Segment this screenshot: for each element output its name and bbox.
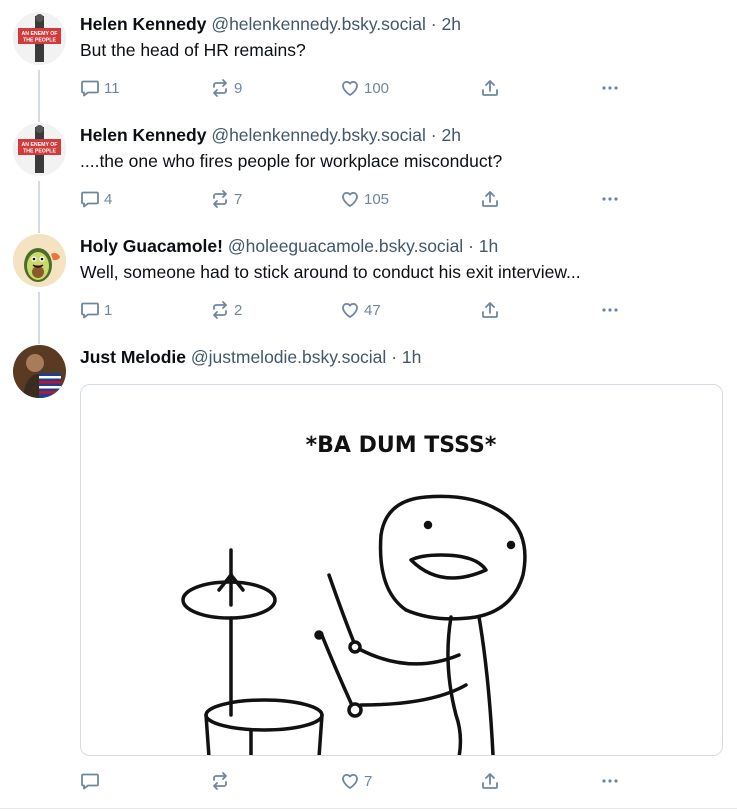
post-header: Helen Kennedy @helenkennedy.bsky.social …: [80, 123, 461, 147]
avocado-avatar: [13, 234, 66, 287]
thread-feed: AN ENEMY OF THE PEOPLE Helen Kennedy @he…: [0, 0, 737, 811]
author-name[interactable]: Helen Kennedy: [80, 125, 206, 145]
share-button[interactable]: [480, 186, 500, 212]
more-options-button[interactable]: [600, 297, 620, 323]
like-count: 7: [364, 772, 373, 790]
author-name[interactable]: Just Melodie: [80, 347, 186, 367]
like-count: 47: [364, 301, 381, 319]
svg-text:THE PEOPLE: THE PEOPLE: [23, 149, 56, 155]
author-handle[interactable]: @helenkennedy.bsky.social: [211, 14, 426, 34]
timestamp[interactable]: 2h: [442, 14, 461, 34]
repost-button[interactable]: 2: [210, 297, 242, 323]
post-text: But the head of HR remains?: [80, 40, 306, 60]
thread-line: [38, 292, 40, 344]
svg-text:AN ENEMY OF: AN ENEMY OF: [22, 31, 58, 37]
more-icon: [602, 197, 618, 201]
separator: ·: [391, 347, 398, 367]
repost-button[interactable]: 9: [210, 75, 242, 101]
share-icon: [482, 302, 498, 318]
separator: ·: [430, 14, 437, 34]
post-text: ....the one who fires people for workpla…: [80, 151, 503, 171]
more-icon: [602, 308, 618, 312]
an-enemy-of-the-people-avatar: AN ENEMY OF THE PEOPLE: [13, 12, 66, 65]
more-options-button[interactable]: [600, 768, 620, 794]
repost-icon: [213, 301, 227, 319]
more-options-button[interactable]: [600, 186, 620, 212]
flag-portrait-avatar: [13, 345, 66, 398]
author-name[interactable]: Helen Kennedy: [80, 14, 206, 34]
post-text: Well, someone had to stick around to con…: [80, 262, 581, 282]
avatar[interactable]: AN ENEMY OF THE PEOPLE: [13, 123, 66, 176]
repost-count: 9: [234, 79, 243, 97]
post-actions: 4 7 105: [80, 186, 640, 212]
reply-button[interactable]: 11: [80, 75, 120, 101]
repost-icon: [213, 79, 227, 97]
heart-icon: [342, 80, 358, 96]
post-actions: 11 9 100: [80, 75, 640, 101]
post-actions: 1 2 47: [80, 297, 640, 323]
reply-button[interactable]: 4: [80, 186, 112, 212]
repost-icon: [213, 772, 227, 790]
ba-dum-tsss-drawing: *BA DUM TSSS*: [81, 385, 722, 755]
reply-count: 1: [104, 301, 113, 319]
reply-button[interactable]: 1: [80, 297, 112, 323]
repost-button[interactable]: [210, 768, 234, 794]
like-count: 105: [364, 190, 390, 208]
embedded-image[interactable]: *BA DUM TSSS*: [80, 384, 723, 756]
share-icon: [482, 191, 498, 207]
image-caption: *BA DUM TSSS*: [306, 433, 497, 458]
thread-line: [38, 70, 40, 122]
author-handle[interactable]: @helenkennedy.bsky.social: [211, 125, 426, 145]
author-name[interactable]: Holy Guacamole!: [80, 236, 223, 256]
timestamp[interactable]: 1h: [402, 347, 421, 367]
an-enemy-of-the-people-avatar: AN ENEMY OF THE PEOPLE: [13, 123, 66, 176]
separator: ·: [430, 125, 437, 145]
share-icon: [482, 80, 498, 96]
heart-icon: [342, 302, 358, 318]
timestamp[interactable]: 1h: [479, 236, 498, 256]
heart-icon: [342, 773, 358, 789]
avatar[interactable]: [13, 345, 66, 398]
more-options-button[interactable]: [600, 75, 620, 101]
share-button[interactable]: [480, 75, 500, 101]
avatar[interactable]: [13, 234, 66, 287]
svg-text:AN ENEMY OF: AN ENEMY OF: [22, 142, 58, 148]
reply-icon: [81, 773, 99, 790]
like-button[interactable]: 7: [340, 768, 372, 794]
like-button[interactable]: 47: [340, 297, 381, 323]
separator: ·: [468, 236, 474, 256]
avatar[interactable]: AN ENEMY OF THE PEOPLE: [13, 12, 66, 65]
repost-count: 7: [234, 190, 243, 208]
reply-icon: [81, 302, 99, 319]
reply-count: 4: [104, 190, 113, 208]
heart-icon: [342, 191, 358, 207]
like-count: 100: [364, 79, 390, 97]
like-button[interactable]: 100: [340, 75, 389, 101]
post-header: Just Melodie @justmelodie.bsky.social · …: [80, 345, 421, 369]
share-button[interactable]: [480, 297, 500, 323]
reply-icon: [81, 191, 99, 208]
post-actions: 7: [80, 768, 640, 794]
timestamp[interactable]: 2h: [442, 125, 461, 145]
more-icon: [602, 86, 618, 90]
reply-count: 11: [104, 79, 120, 97]
svg-text:THE PEOPLE: THE PEOPLE: [23, 38, 56, 44]
divider: [0, 808, 737, 809]
repost-icon: [213, 190, 227, 208]
repost-button[interactable]: 7: [210, 186, 242, 212]
thread-line: [38, 181, 40, 233]
author-handle[interactable]: @holeeguacamole.bsky.social: [228, 236, 463, 256]
post-header: Helen Kennedy @helenkennedy.bsky.social …: [80, 12, 461, 36]
author-handle[interactable]: @justmelodie.bsky.social: [191, 347, 386, 367]
repost-count: 2: [234, 301, 243, 319]
share-button[interactable]: [480, 768, 500, 794]
post-header: Holy Guacamole! @holeeguacamole.bsky.soc…: [80, 234, 498, 258]
more-icon: [602, 779, 618, 783]
like-button[interactable]: 105: [340, 186, 389, 212]
share-icon: [482, 773, 498, 789]
reply-button[interactable]: [80, 768, 104, 794]
reply-icon: [81, 80, 99, 97]
